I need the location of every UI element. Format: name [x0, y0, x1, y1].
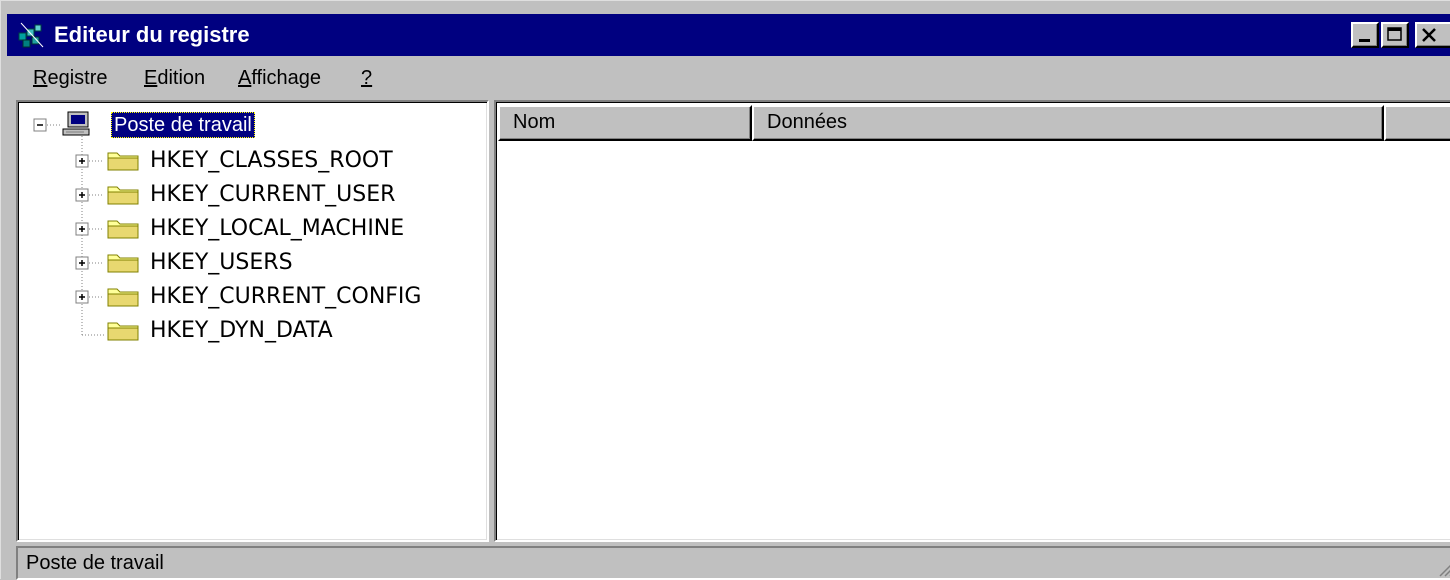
tree-node-hkey-current-user[interactable]: HKEY_CURRENT_USER — [150, 181, 395, 209]
folder-icon — [107, 220, 139, 239]
tree-node-hkey-classes-root[interactable]: HKEY_CLASSES_ROOT — [150, 147, 393, 175]
column-header-empty[interactable] — [1384, 105, 1450, 141]
tree-pane[interactable]: Poste de travail HKEY_CLASSES_ROOT HKEY_… — [16, 100, 489, 542]
folder-icon — [107, 288, 139, 307]
status-bar: Poste de travail — [16, 546, 1450, 580]
status-text: Poste de travail — [26, 552, 164, 574]
close-button[interactable] — [1415, 22, 1450, 48]
title-bar[interactable]: Editeur du registre — [7, 14, 1450, 56]
tree-node-hkey-users[interactable]: HKEY_USERS — [150, 249, 293, 277]
menu-help[interactable]: ? — [361, 66, 372, 90]
maximize-button[interactable] — [1381, 22, 1409, 48]
registry-app-icon — [18, 22, 44, 48]
tree-root-label[interactable]: Poste de travail — [111, 112, 255, 138]
menu-accel: E — [144, 67, 158, 89]
minimize-icon — [1359, 39, 1370, 42]
computer-icon — [62, 111, 90, 136]
menu-affichage[interactable]: Affichage — [238, 66, 321, 90]
menu-accel: A — [238, 67, 252, 89]
folder-icon — [107, 322, 139, 341]
menu-label: dition — [157, 67, 206, 89]
expand-icon[interactable] — [75, 188, 89, 202]
menu-accel: ? — [361, 67, 373, 89]
column-header-nom[interactable]: Nom — [498, 105, 752, 141]
folder-icon — [107, 254, 139, 273]
tree-node-hkey-local-machine[interactable]: HKEY_LOCAL_MACHINE — [150, 215, 404, 243]
menu-label: ffichage — [251, 67, 322, 89]
maximize-icon — [1387, 27, 1402, 41]
folder-icon — [107, 152, 139, 171]
menu-accel: R — [33, 67, 48, 89]
menu-label: egistre — [47, 67, 108, 89]
expand-icon[interactable] — [75, 222, 89, 236]
tree-node-hkey-dyn-data[interactable]: HKEY_DYN_DATA — [150, 317, 333, 345]
expand-icon[interactable] — [75, 256, 89, 270]
window-title: Editeur du registre — [54, 22, 250, 47]
menu-edition[interactable]: Edition — [144, 66, 205, 90]
column-header-donnees[interactable]: Données — [752, 105, 1384, 141]
expand-icon[interactable] — [75, 290, 89, 304]
close-icon — [1422, 28, 1436, 42]
menu-bar: Registre Edition Affichage ? — [7, 58, 1450, 96]
expand-icon[interactable] — [75, 154, 89, 168]
minimize-button[interactable] — [1351, 22, 1379, 48]
collapse-icon[interactable] — [33, 118, 47, 132]
values-list-pane[interactable]: Nom Données — [494, 100, 1450, 542]
tree-node-hkey-current-config[interactable]: HKEY_CURRENT_CONFIG — [150, 283, 421, 311]
resize-grip-icon[interactable] — [1434, 558, 1450, 578]
registry-editor-window: Editeur du registre Registre Edition Aff… — [0, 0, 1450, 580]
menu-registre[interactable]: Registre — [33, 66, 107, 90]
folder-icon — [107, 186, 139, 205]
